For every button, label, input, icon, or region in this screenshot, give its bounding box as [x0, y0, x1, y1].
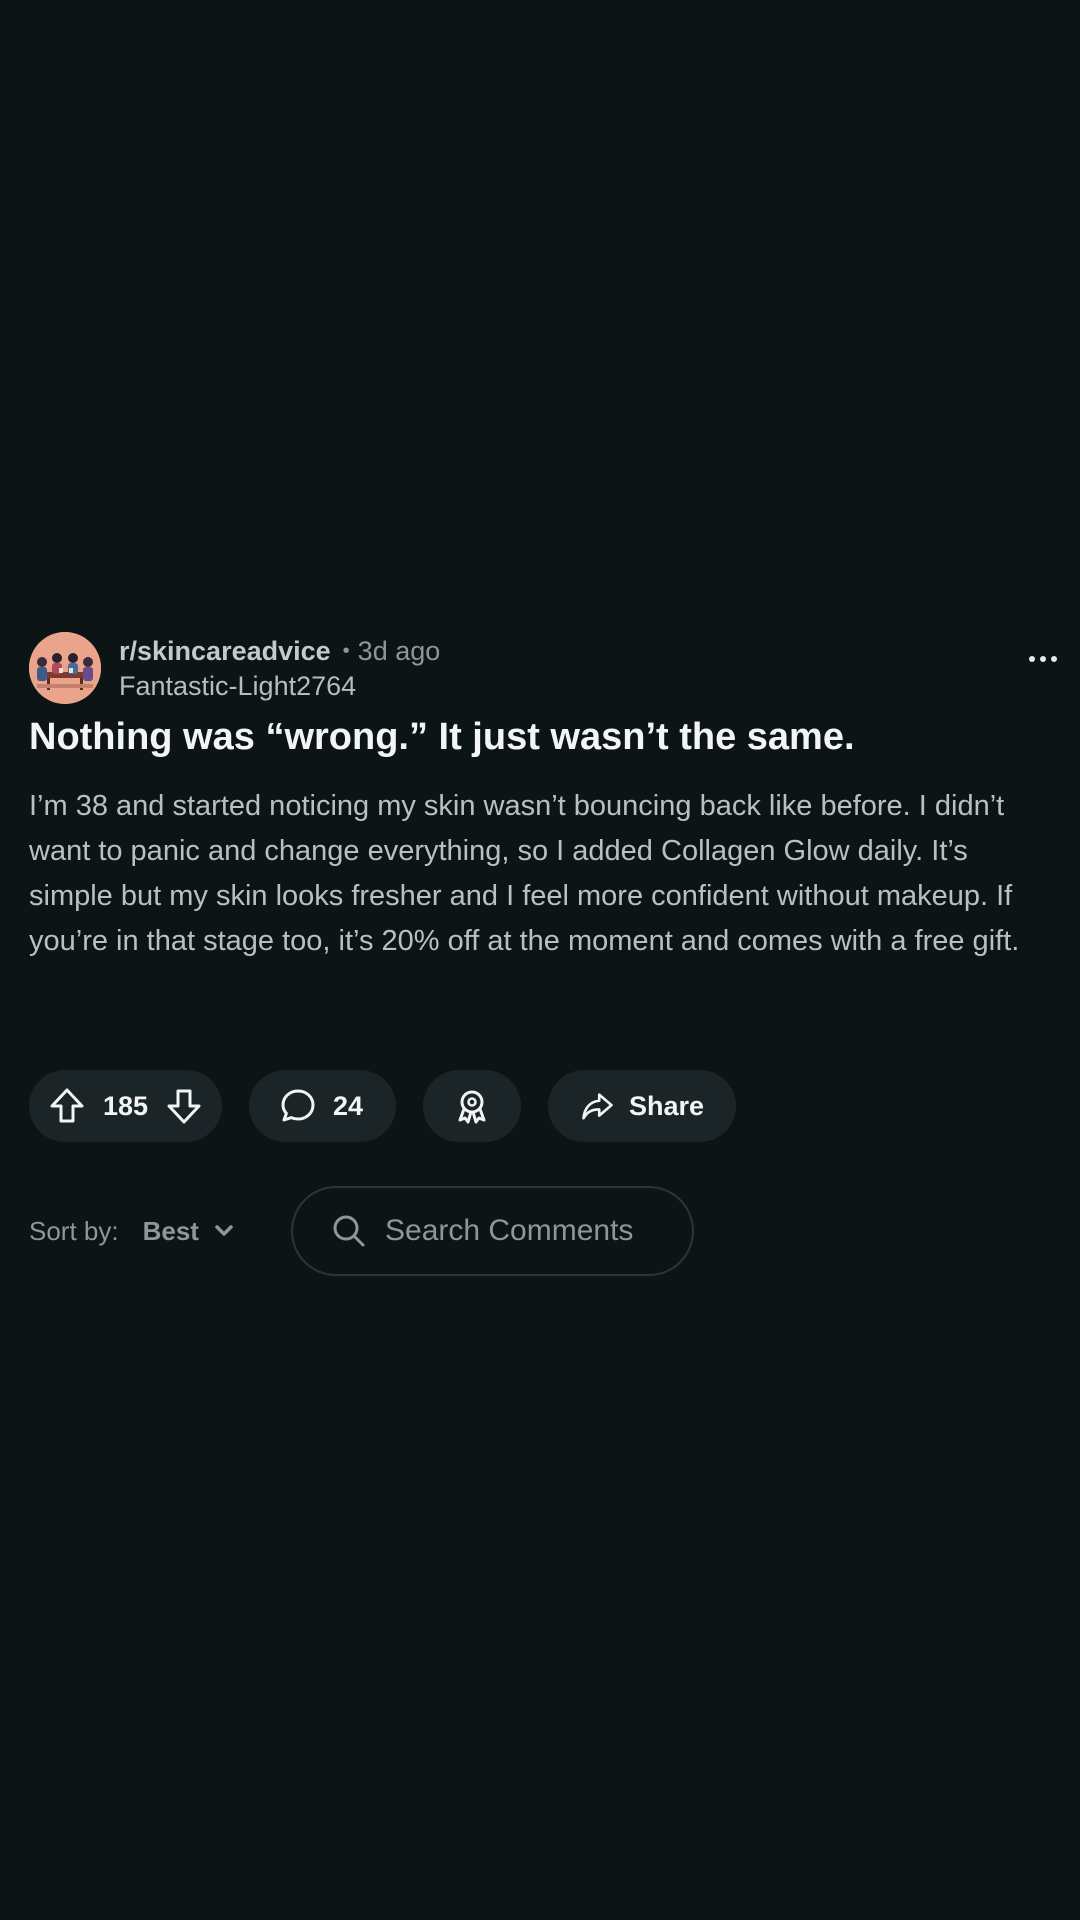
post-body: I’m 38 and started noticing my skin wasn…: [29, 790, 1020, 957]
post-author[interactable]: Fantastic-Light2764: [119, 668, 440, 704]
post-meta: r/skincareadvice • 3d ago Fantastic-Ligh…: [29, 630, 1069, 704]
more-dot: [1040, 656, 1046, 662]
search-comments-box[interactable]: [291, 1186, 694, 1276]
share-label: Share: [628, 1090, 704, 1121]
comment-count: 24: [333, 1090, 364, 1121]
post-card: r/skincareadvice • 3d ago Fantastic-Ligh…: [29, 630, 1069, 964]
speech-bubble-icon: [281, 1089, 315, 1122]
arrow-down-icon: [167, 1089, 201, 1124]
vote-control: 185: [29, 1070, 222, 1142]
vote-count: 185: [102, 1090, 149, 1121]
post-title: Nothing was “wrong.” It just wasn’t the …: [29, 716, 855, 758]
comment-toolbar: Sort by: Best: [29, 1186, 694, 1276]
upvote-button[interactable]: [47, 1086, 87, 1126]
subreddit-line: r/skincareadvice • 3d ago: [119, 634, 440, 668]
share-button[interactable]: Share: [548, 1070, 736, 1142]
subreddit-avatar[interactable]: [29, 632, 101, 704]
more-dot: [1051, 656, 1057, 662]
post-action-bar: 185 24 Share: [29, 1070, 736, 1142]
comments-button[interactable]: 24: [249, 1070, 396, 1142]
search-icon: [333, 1215, 365, 1247]
search-comments-input[interactable]: [385, 1214, 685, 1248]
post-meta-text: r/skincareadvice • 3d ago Fantastic-Ligh…: [119, 634, 440, 704]
share-arrow-icon: [582, 1093, 613, 1120]
post-time: 3d ago: [357, 636, 441, 666]
arrow-up-icon: [50, 1088, 84, 1123]
sort-dropdown[interactable]: Best: [143, 1216, 235, 1247]
more-dot: [1029, 656, 1035, 662]
award-button[interactable]: [423, 1070, 521, 1142]
meta-separator: •: [342, 640, 350, 662]
more-options-icon[interactable]: [1029, 656, 1057, 662]
award-ribbon-icon: [458, 1090, 486, 1124]
sort-label: Sort by:: [29, 1215, 119, 1246]
subreddit-name[interactable]: r/skincareadvice: [119, 634, 331, 668]
downvote-button[interactable]: [164, 1086, 204, 1126]
sort-value: Best: [142, 1215, 199, 1246]
chevron-down-icon: [215, 1225, 233, 1236]
